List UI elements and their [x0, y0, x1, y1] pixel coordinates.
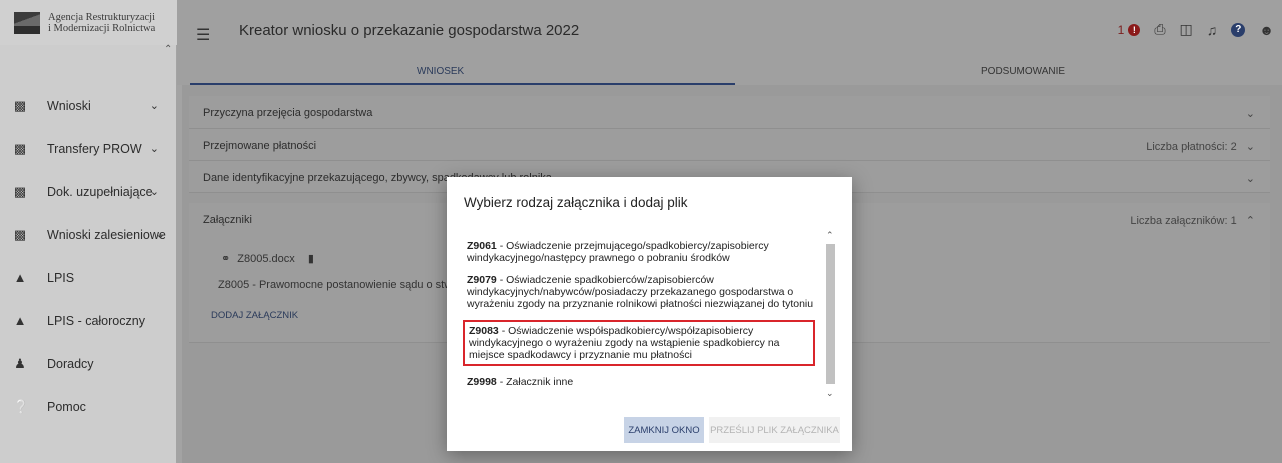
bell-icon[interactable]: ♫: [1207, 22, 1218, 38]
option-z9079[interactable]: Z9079 - Oświadczenie spadkobierców/zapis…: [467, 274, 825, 310]
logo-line-1: Agencja Restrukturyzacji: [48, 11, 155, 23]
attachment-modal: Wybierz rodzaj załącznika i dodaj plik Z…: [447, 177, 852, 451]
chevron-down-icon: ⌄: [149, 143, 159, 155]
sidebar-item-lpis-caloroczny[interactable]: ▲ LPIS - całoroczny: [0, 299, 177, 342]
account-icon[interactable]: ☻: [1259, 22, 1274, 38]
menu-icon[interactable]: ☰: [196, 25, 210, 45]
page-title: Kreator wniosku o przekazanie gospodarst…: [239, 22, 580, 39]
logo-line-2: i Modernizacji Rolnictwa: [48, 22, 156, 34]
sidebar-item-pomoc[interactable]: ❔ Pomoc: [0, 385, 177, 428]
agency-logo-icon: [14, 11, 40, 34]
tab-podsumowanie[interactable]: PODSUMOWANIE: [981, 66, 1065, 77]
sidebar-item-label: LPIS: [47, 270, 75, 285]
toolbar-icons: 1 ! ⎙ ◫ ♫ ? ☻: [1118, 21, 1274, 38]
clipboard-icon: ▩: [13, 226, 27, 242]
sidebar-item-wnioski-zalesieniowe[interactable]: ▩ Wnioski zalesieniowe ⌄: [0, 213, 177, 256]
chevron-up-icon[interactable]: ⌃: [826, 230, 834, 241]
sidebar-item-dok-uzupelniajace[interactable]: ▩ Dok. uzupełniające ⌄: [0, 170, 177, 213]
sidebar-item-label: Dok. uzupełniające: [47, 184, 153, 199]
clipboard-icon: ▩: [13, 97, 27, 113]
chevron-down-icon: ⌄: [1245, 173, 1255, 185]
add-attachment-link[interactable]: DODAJ ZAŁĄCZNIK: [211, 310, 298, 321]
chevron-up-icon: ⌃: [1245, 215, 1255, 227]
print-icon[interactable]: ⎙: [1154, 21, 1165, 38]
attachments-count: Liczba załączników: 1: [1130, 215, 1237, 227]
sidebar-item-doradcy[interactable]: ♟ Doradcy: [0, 342, 177, 385]
trash-icon[interactable]: ▮: [308, 253, 314, 265]
sidebar-item-lpis[interactable]: ▲ LPIS: [0, 256, 177, 299]
chevron-down-icon: ⌄: [1245, 141, 1255, 153]
clipboard-icon: ▩: [13, 140, 27, 156]
mountain-icon: ▲: [13, 313, 27, 328]
option-text: - Oświadczenie spadkobierców/zapisobierc…: [467, 274, 814, 310]
panel-title: Załączniki: [203, 214, 252, 226]
option-z9061[interactable]: Z9061 - Oświadczenie przejmującego/spadk…: [467, 240, 825, 264]
sidebar-item-label: Wnioski zalesieniowe: [47, 227, 166, 242]
chevron-down-icon: ⌄: [1245, 108, 1255, 120]
option-text: - Załacznik inne: [496, 376, 574, 388]
option-z9998[interactable]: Z9998 - Załacznik inne: [467, 376, 825, 388]
agency-logo: Agencja Restrukturyzacji i Modernizacji …: [0, 0, 177, 45]
help-icon: ❔: [13, 398, 30, 414]
sidebar-item-label: Pomoc: [47, 399, 86, 414]
panel-przejmowane-platnosci[interactable]: Przejmowane płatności Liczba płatności: …: [189, 129, 1270, 161]
modal-title: Wybierz rodzaj załącznika i dodaj plik: [464, 195, 688, 210]
sidebar: Agencja Restrukturyzacji i Modernizacji …: [0, 0, 177, 463]
sidebar-item-label: LPIS - całoroczny: [47, 313, 145, 328]
tab-wniosek[interactable]: WNIOSEK: [417, 66, 464, 77]
sidebar-collapse-icon[interactable]: ⌃: [164, 44, 172, 55]
person-icon: ♟: [14, 355, 26, 371]
option-code: Z9998: [467, 376, 497, 388]
help-icon[interactable]: ?: [1231, 22, 1246, 37]
sidebar-item-label: Doradcy: [47, 356, 94, 371]
top-bar: ☰ Kreator wniosku o przekazanie gospodar…: [177, 0, 1282, 60]
save-icon[interactable]: ◫: [1180, 21, 1193, 38]
panel-przyczyna[interactable]: Przyczyna przejęcia gospodarstwa ⌄: [189, 96, 1270, 129]
chevron-down-icon: ⌄: [149, 186, 159, 198]
sidebar-nav: ▩ Wnioski ⌄ ▩ Transfery PROW ⌄ ▩ Dok. uz…: [0, 84, 177, 428]
option-code: Z9079: [467, 274, 497, 286]
sidebar-scrollbar[interactable]: [176, 45, 182, 463]
chevron-down-icon: ⌄: [149, 100, 159, 112]
sidebar-item-transfery-prow[interactable]: ▩ Transfery PROW ⌄: [0, 127, 177, 170]
clipboard-icon: ▩: [13, 183, 27, 199]
sidebar-item-label: Transfery PROW: [47, 141, 142, 156]
option-code: Z9061: [467, 240, 497, 252]
scrollbar-thumb[interactable]: [826, 244, 835, 384]
paperclip-icon: ⚭: [221, 253, 231, 265]
tab-bar: WNIOSEK PODSUMOWANIE: [177, 60, 1282, 85]
error-count: 1: [1117, 22, 1125, 37]
attachment-file[interactable]: ⚭ Z8005.docx ▮: [221, 252, 314, 265]
panel-title: Przejmowane płatności: [203, 140, 317, 152]
sidebar-item-label: Wnioski: [47, 98, 91, 113]
option-z9083-selected[interactable]: Z9083 - Oświadczenie współspadkobiercy/w…: [463, 320, 815, 366]
chevron-down-icon[interactable]: ⌄: [826, 388, 834, 399]
mountain-icon: ▲: [13, 270, 27, 285]
payments-count: Liczba płatności: 2: [1146, 141, 1237, 153]
option-text: - Oświadczenie współspadkobiercy/współza…: [469, 325, 780, 361]
attachment-type-list: Z9061 - Oświadczenie przejmującego/spadk…: [463, 240, 825, 398]
panel-title: Przyczyna przejęcia gospodarstwa: [203, 107, 373, 119]
active-tab-indicator: [190, 83, 735, 85]
panel-meta: Liczba płatności: 2 ⌄: [1146, 140, 1255, 153]
alert-icon[interactable]: !: [1128, 23, 1141, 36]
attachment-filename: Z8005.docx: [237, 253, 295, 265]
sidebar-item-wnioski[interactable]: ▩ Wnioski ⌄: [0, 84, 177, 127]
close-window-button[interactable]: ZAMKNIJ OKNO: [624, 417, 704, 443]
option-text: - Oświadczenie przejmującego/spadkobierc…: [467, 240, 769, 264]
modal-scrollbar[interactable]: ⌃ ⌄: [823, 230, 837, 402]
option-code: Z9083: [469, 325, 499, 337]
panel-meta: Liczba załączników: 1 ⌃: [1130, 214, 1255, 227]
send-attachment-button[interactable]: PRZEŚLIJ PLIK ZAŁĄCZNIKA: [709, 417, 840, 443]
chevron-down-icon: ⌄: [155, 229, 165, 241]
